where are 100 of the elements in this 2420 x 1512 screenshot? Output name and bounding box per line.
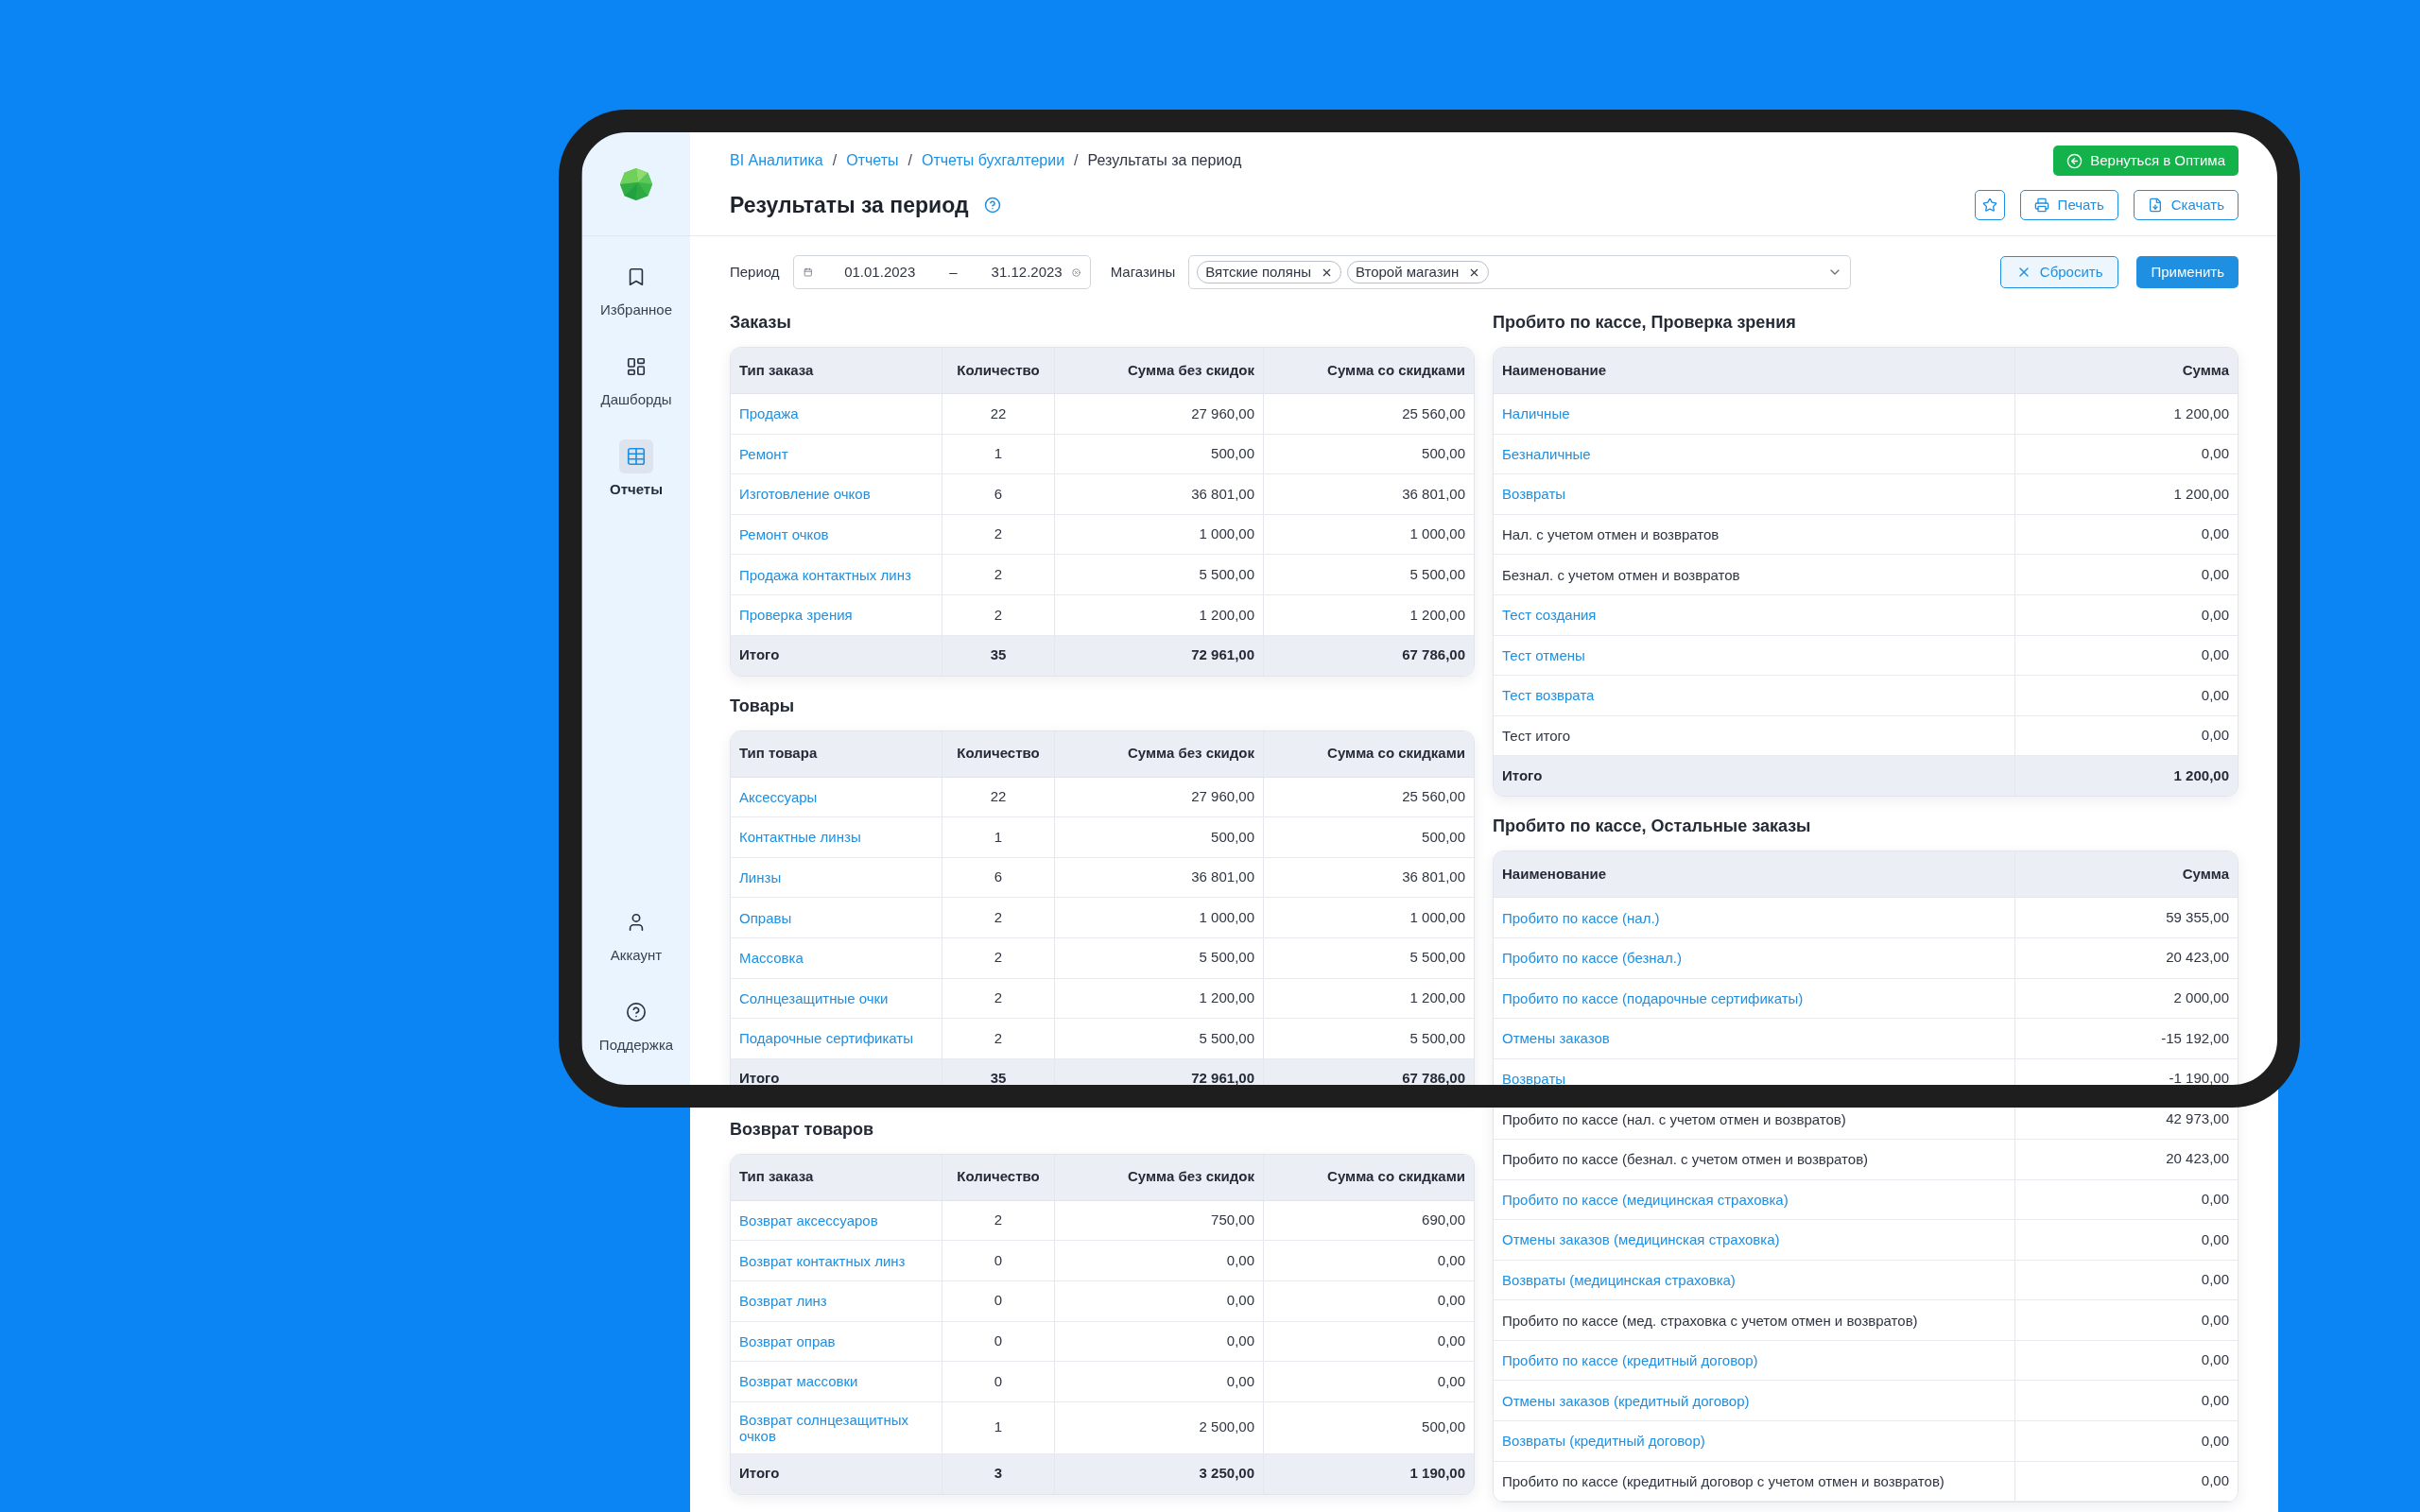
row-link[interactable]: Пробито по кассе (кредитный договор) xyxy=(1494,1340,2015,1381)
row-link[interactable]: Возврат солнцезащитных очков xyxy=(731,1401,942,1453)
section-title: Товары xyxy=(730,695,796,717)
table-cell-text: 0,00 xyxy=(2200,1471,2230,1491)
table-cell-text: 500,00 xyxy=(1421,444,1466,464)
row-link[interactable]: Ремонт xyxy=(731,434,942,474)
date-range-field[interactable]: 01.01.2023 – 31.12.2023 xyxy=(792,255,1091,289)
table-cell: 0 xyxy=(942,1321,1055,1362)
table-cell: Нал. с учетом отмен и возвратов xyxy=(1494,514,2015,555)
table-cell-text: 20 423,00 xyxy=(2165,1149,2230,1169)
period-label: Период xyxy=(730,262,780,282)
row-link[interactable]: Солнцезащитные очки xyxy=(731,978,942,1019)
table-cell-text: 1 200,00 xyxy=(1409,605,1466,625)
logo-icon xyxy=(618,165,654,202)
row-link[interactable]: Тест отмены xyxy=(1494,635,2015,676)
row-link[interactable]: Возврат оправ xyxy=(731,1321,942,1362)
table-cell-text: 0,00 xyxy=(2200,1310,2230,1330)
total-cell: Итого xyxy=(731,1058,942,1099)
date-from: 01.01.2023 xyxy=(844,262,916,282)
row-link[interactable]: Тест создания xyxy=(1494,594,2015,635)
table-cell-text: 1 000,00 xyxy=(1409,907,1466,927)
row-link[interactable]: Отмены заказов xyxy=(1494,1019,2015,1058)
breadcrumb-link[interactable]: BI Аналитика xyxy=(730,149,823,172)
calendar-icon xyxy=(803,265,813,280)
row-link[interactable]: Наличные xyxy=(1494,394,2015,434)
row-link[interactable]: Отмены заказов (кредитный договор) xyxy=(1494,1381,2015,1421)
row-link[interactable]: Ремонт очков xyxy=(731,514,942,555)
download-button[interactable]: Скачать xyxy=(2133,190,2238,220)
row-link[interactable]: Возврат контактных линз xyxy=(731,1241,942,1280)
total-cell: Итого xyxy=(731,635,942,676)
row-link[interactable]: Изготовление очков xyxy=(731,474,942,514)
favorite-button[interactable] xyxy=(1974,190,2005,220)
reset-button[interactable]: Сбросить xyxy=(1999,256,2119,288)
row-link[interactable]: Возвраты (кредитный договор) xyxy=(1494,1421,2015,1461)
column-header: Сумма xyxy=(2181,865,2230,885)
nav-item[interactable]: Отчеты xyxy=(610,439,663,501)
total-cell-text: 1 190,00 xyxy=(1409,1464,1466,1484)
row-link[interactable]: Пробито по кассе (нал.) xyxy=(1494,898,2015,937)
nav-item[interactable]: Дашборды xyxy=(600,350,672,411)
row-link[interactable]: Пробито по кассе (медицинская страховка) xyxy=(1494,1179,2015,1220)
row-link[interactable]: Возврат массовки xyxy=(731,1362,942,1401)
table-cell: 500,00 xyxy=(1055,817,1264,857)
row-link[interactable]: Проверка зрения xyxy=(731,594,942,635)
row-link[interactable]: Возврат линз xyxy=(731,1280,942,1321)
file-download-icon xyxy=(2147,198,2163,213)
table-cell: 500,00 xyxy=(1055,434,1264,474)
table-cell-text: 25 560,00 xyxy=(1401,787,1466,807)
table-cell: 1 xyxy=(942,434,1055,474)
row-link[interactable]: Контактные линзы xyxy=(731,817,942,857)
table-cell-text: 0,00 xyxy=(2200,1350,2230,1370)
row-link[interactable]: Пробито по кассе (подарочные сертификаты) xyxy=(1494,978,2015,1019)
row-link[interactable]: Безналичные xyxy=(1494,434,2015,474)
row-link[interactable]: Линзы xyxy=(731,857,942,898)
row-link[interactable]: Возвраты xyxy=(1494,1058,2015,1099)
table-icon xyxy=(626,446,647,467)
row-link[interactable]: Массовка xyxy=(731,937,942,978)
return-button[interactable]: Вернуться в Оптима xyxy=(2053,146,2238,176)
row-link[interactable]: Продажа контактных линз xyxy=(731,555,942,594)
row-link[interactable]: Подарочные сертификаты xyxy=(731,1019,942,1058)
row-link[interactable]: Аксессуары xyxy=(731,777,942,817)
table-cell: 1 xyxy=(942,817,1055,857)
breadcrumb-link[interactable]: Отчеты бухгалтерии xyxy=(922,149,1065,172)
column-header: Тип заказа xyxy=(731,348,942,393)
total-cell: 35 xyxy=(942,635,1055,676)
row-link[interactable]: Отмены заказов (медицинская страховка) xyxy=(1494,1220,2015,1260)
breadcrumb-link[interactable]: Отчеты xyxy=(846,149,899,172)
column-header: Сумма со скидками xyxy=(1326,744,1466,764)
table-cell-text: 0,00 xyxy=(2200,685,2230,705)
table-cell: 750,00 xyxy=(1055,1200,1264,1241)
print-button[interactable]: Печать xyxy=(2019,190,2118,220)
row-link[interactable]: Возвраты xyxy=(1494,474,2015,514)
row-link[interactable]: Оправы xyxy=(731,898,942,937)
nav-item[interactable]: Аккаунт xyxy=(610,905,663,967)
breadcrumb-current: Результаты за период xyxy=(1087,151,1242,170)
table-cell-text: 0,00 xyxy=(1436,1332,1466,1351)
table-cell-text: 2 000,00 xyxy=(2172,988,2230,1008)
nav-item[interactable]: Избранное xyxy=(600,260,672,321)
total-cell-text: 67 786,00 xyxy=(1401,1069,1466,1089)
row-link[interactable]: Тест возврата xyxy=(1494,676,2015,715)
row-link[interactable]: Возврат аксессуаров xyxy=(731,1200,942,1241)
table-cell-text: 0,00 xyxy=(1436,1371,1466,1391)
apply-button[interactable]: Применить xyxy=(2136,256,2238,288)
row-link[interactable]: Пробито по кассе (безнал.) xyxy=(1494,937,2015,978)
stores-select[interactable]: Вятские поляны Второй магазин xyxy=(1188,255,1852,289)
row-link[interactable]: Продажа xyxy=(731,394,942,434)
table-cell: 27 960,00 xyxy=(1055,394,1264,434)
table-cell-text: 1 200,00 xyxy=(2172,404,2230,423)
nav-item[interactable]: Поддержка xyxy=(598,995,674,1057)
table-cell-text: 5 500,00 xyxy=(1409,948,1466,968)
row-link[interactable]: Возвраты (медицинская страховка) xyxy=(1494,1260,2015,1300)
table-cell: 6 xyxy=(942,857,1055,898)
help-icon[interactable] xyxy=(983,197,1001,214)
table-cell: 5 500,00 xyxy=(1055,1019,1264,1058)
date-to: 31.12.2023 xyxy=(991,262,1063,282)
column-header: Тип товара xyxy=(731,730,942,777)
table-cell: Пробито по кассе (мед. страховка с учетом отмен и возвратов) xyxy=(1494,1300,2015,1340)
table-cell-text: 1 000,00 xyxy=(1409,524,1466,544)
column-header: Тип заказа xyxy=(731,1154,942,1200)
table-cell-text: -15 192,00 xyxy=(2160,1028,2230,1048)
page-title: Результаты за период xyxy=(730,191,969,219)
